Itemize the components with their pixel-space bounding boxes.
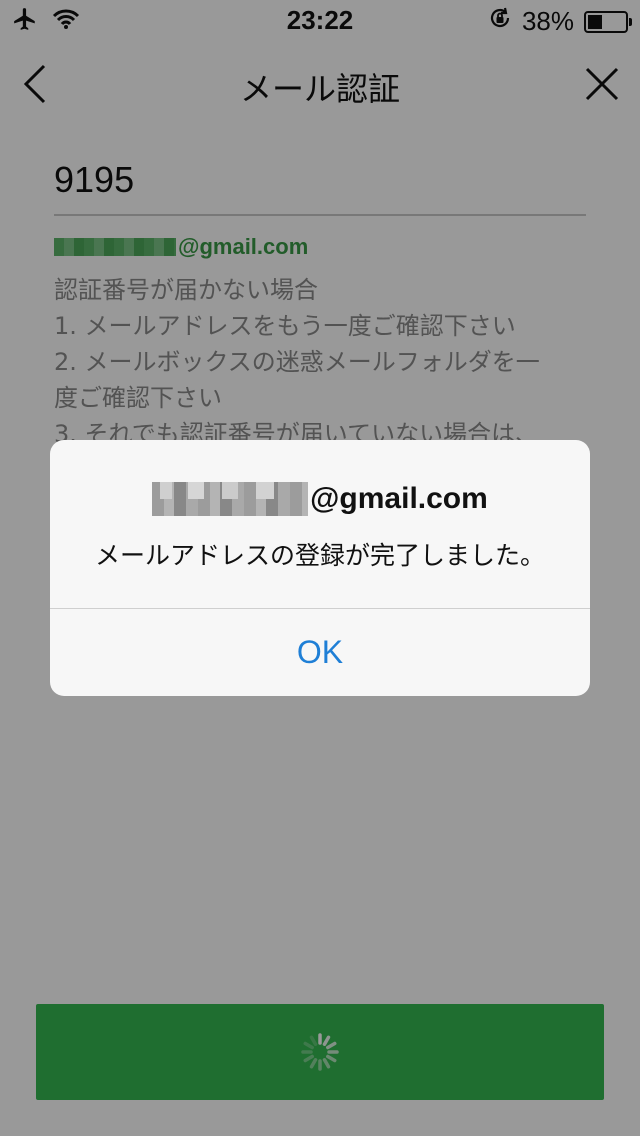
alert-dialog: @gmail.com メールアドレスの登録が完了しました。 OK [50, 440, 590, 696]
alert-email-domain: @gmail.com [310, 482, 488, 515]
screen: 23:22 38% メール認証 9195 @gmail.com 認証番号が届かな… [0, 0, 640, 1136]
ok-button[interactable]: OK [50, 609, 590, 696]
alert-title: @gmail.com [50, 482, 590, 516]
alert-message: メールアドレスの登録が完了しました。 [94, 541, 545, 570]
alert-email-redaction [152, 482, 309, 516]
